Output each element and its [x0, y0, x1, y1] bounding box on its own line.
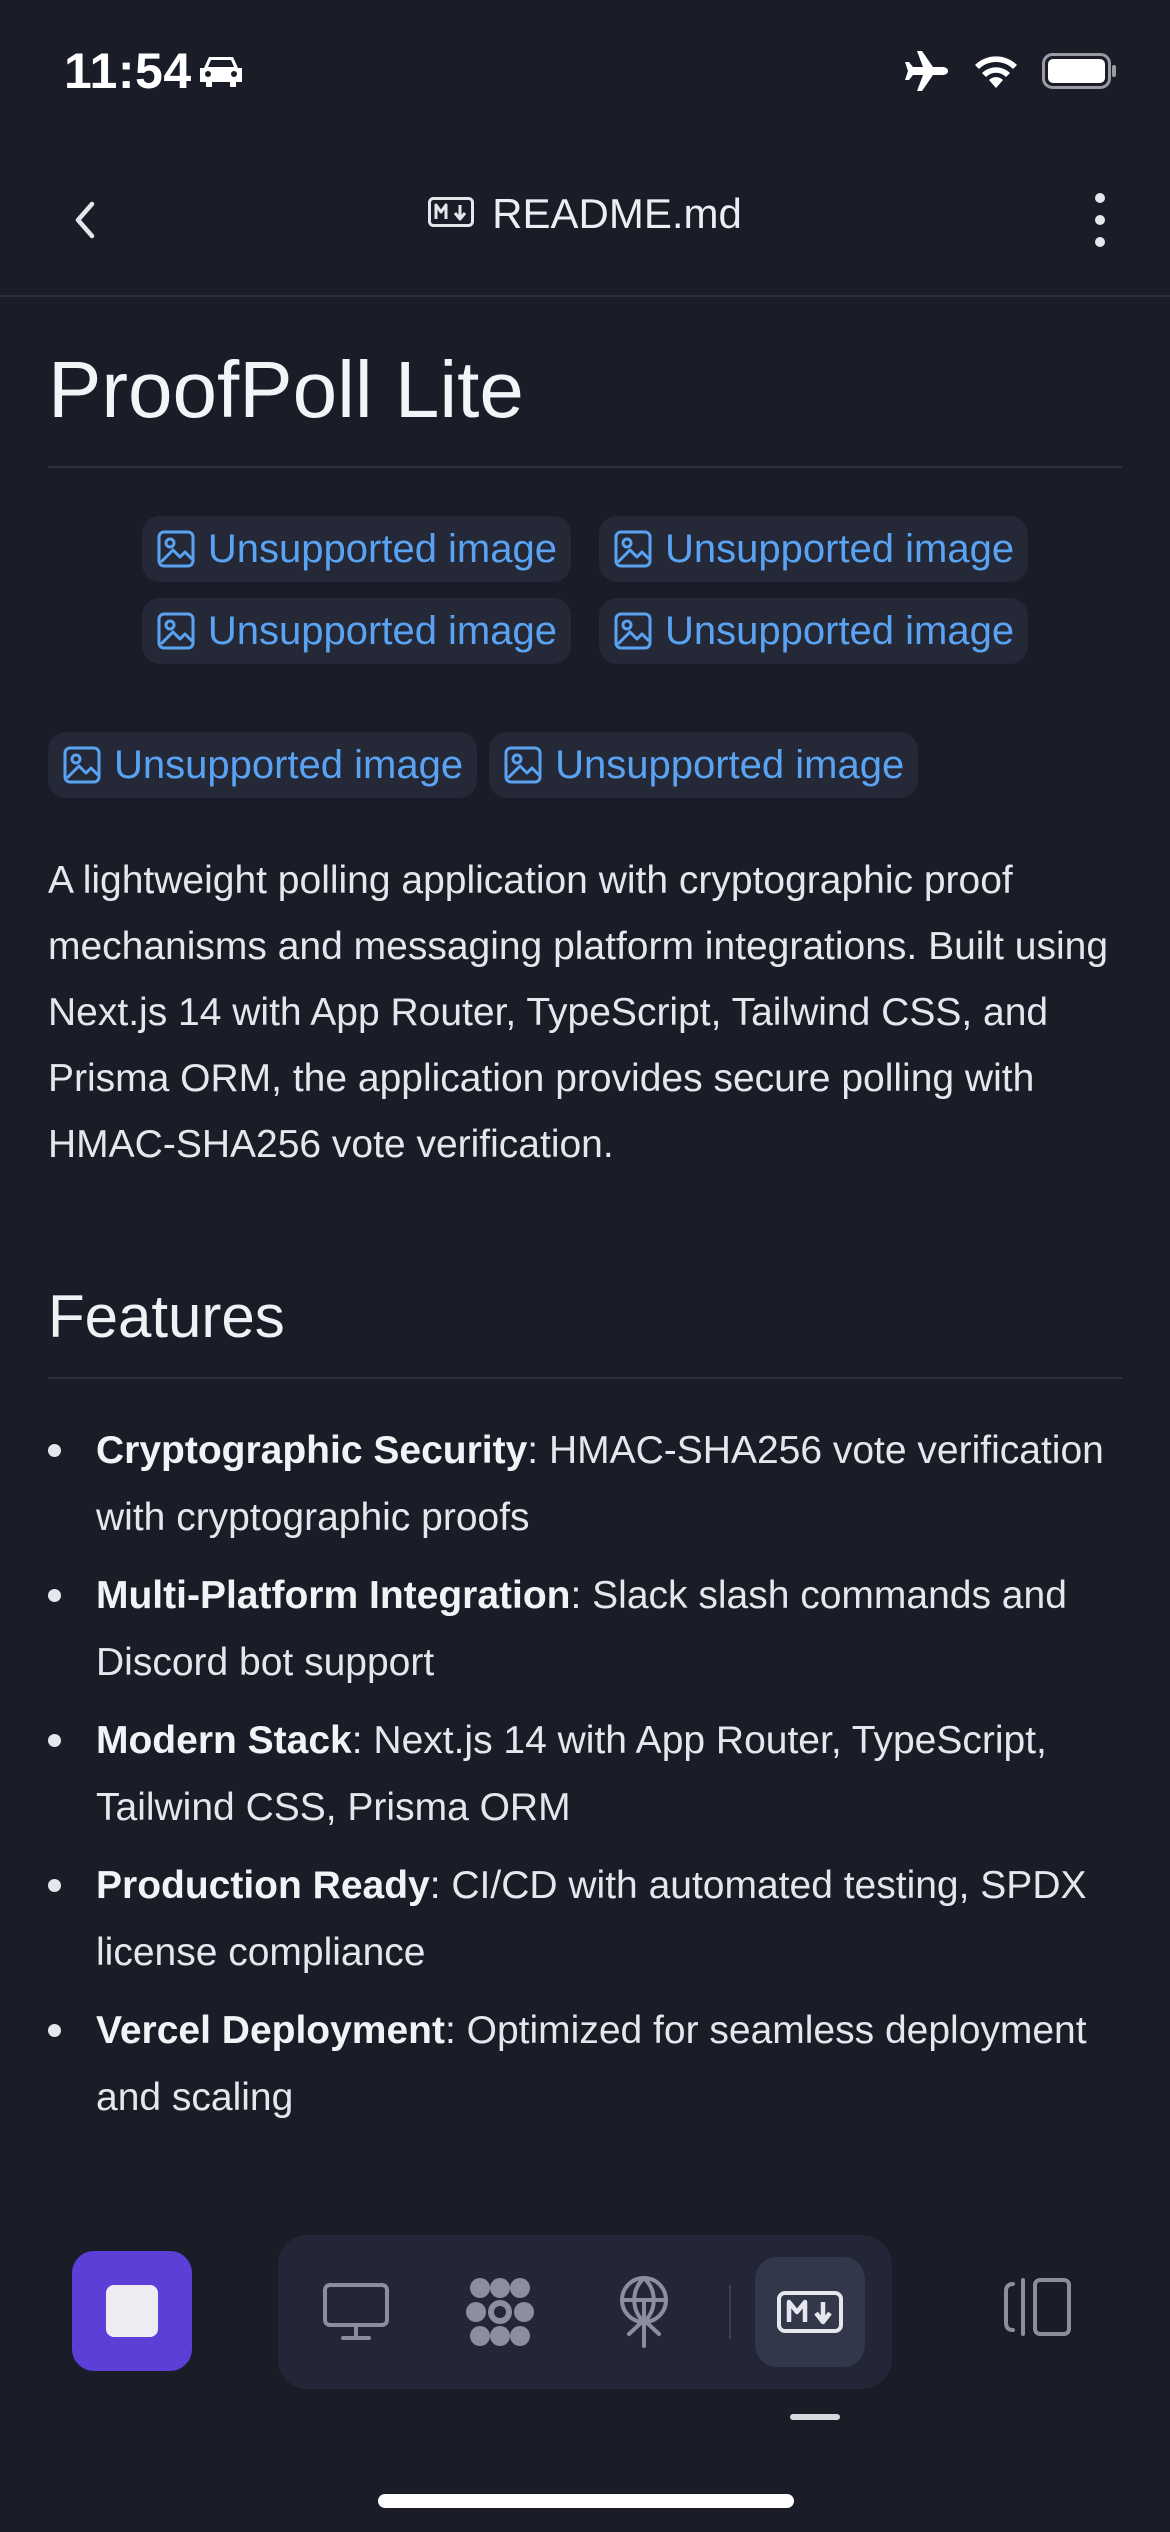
- list-item: Cryptographic Security: HMAC-SHA256 vote…: [48, 1417, 1122, 1551]
- image-icon: [504, 746, 542, 784]
- image-icon: [614, 530, 652, 568]
- image-icon: [63, 746, 101, 784]
- markdown-file-icon: [428, 196, 475, 232]
- unsupported-image-badge[interactable]: Unsupported image: [141, 598, 571, 664]
- badge-label: Unsupported image: [207, 526, 557, 571]
- feature-title: Cryptographic Security: [96, 1429, 528, 1472]
- features-list: Cryptographic Security: HMAC-SHA256 vote…: [48, 1417, 1122, 2131]
- feature-title: Vercel Deployment: [96, 2009, 445, 2052]
- toggle-panel-button[interactable]: [990, 2259, 1086, 2355]
- badge-row: Unsupported image Unsupported image: [48, 732, 1122, 798]
- badge-label: Unsupported image: [207, 608, 557, 653]
- tab-divider: [729, 2285, 731, 2339]
- badge-label: Unsupported image: [555, 742, 905, 787]
- wifi-icon: [972, 53, 1020, 94]
- stop-button[interactable]: [72, 2251, 192, 2371]
- feature-title: Multi-Platform Integration: [96, 1574, 571, 1617]
- airplane-icon: [904, 50, 950, 97]
- unsupported-image-badge[interactable]: Unsupported image: [48, 732, 478, 798]
- status-time: 11:54: [64, 43, 192, 99]
- more-options-button[interactable]: [1070, 188, 1130, 252]
- feature-title: Production Ready: [96, 1864, 430, 1907]
- unsupported-image-badge[interactable]: Unsupported image: [489, 732, 919, 798]
- stop-icon: [106, 2285, 158, 2337]
- active-tab-indicator: [790, 2414, 840, 2420]
- monitor-icon: [323, 2283, 389, 2340]
- view-tab-group: [278, 2235, 892, 2389]
- features-heading: Features: [48, 1282, 1122, 1379]
- flower-icon: [466, 2278, 534, 2346]
- tab-apps[interactable]: [445, 2257, 555, 2367]
- panel-icon: [1004, 2278, 1071, 2336]
- badge-label: Unsupported image: [665, 526, 1015, 571]
- nav-title: README.md: [0, 190, 1170, 238]
- unsupported-image-badge[interactable]: Unsupported image: [599, 598, 1029, 664]
- more-vertical-icon: [1095, 193, 1105, 247]
- bottom-toolbar: [0, 2235, 1170, 2389]
- car-icon: [196, 54, 246, 93]
- readme-content: ProofPoll Lite Unsupported image Unsuppo…: [48, 296, 1122, 2142]
- feature-title: Modern Stack: [96, 1719, 352, 1762]
- badge-label: Unsupported image: [665, 608, 1015, 653]
- antenna-icon: [620, 2276, 668, 2348]
- unsupported-image-badge[interactable]: Unsupported image: [141, 516, 571, 582]
- file-name-title: README.md: [492, 190, 742, 237]
- status-bar: 11:54: [0, 0, 1170, 150]
- nav-bar: README.md: [0, 150, 1170, 297]
- tab-markdown[interactable]: [755, 2257, 865, 2367]
- badge-row: Unsupported image Unsupported image: [48, 598, 1122, 664]
- markdown-icon: [777, 2291, 843, 2333]
- list-item: Production Ready: CI/CD with automated t…: [48, 1852, 1122, 1986]
- battery-icon: [1042, 53, 1118, 94]
- image-icon: [157, 530, 195, 568]
- tab-network[interactable]: [589, 2257, 699, 2367]
- readme-title: ProofPoll Lite: [48, 350, 1122, 468]
- tab-preview[interactable]: [301, 2257, 411, 2367]
- home-indicator[interactable]: [378, 2494, 794, 2508]
- unsupported-image-badge[interactable]: Unsupported image: [599, 516, 1029, 582]
- badge-row: Unsupported image Unsupported image: [48, 516, 1122, 582]
- readme-description: A lightweight polling application with c…: [48, 859, 1109, 1166]
- image-icon: [614, 612, 652, 650]
- image-icon: [157, 612, 195, 650]
- list-item: Vercel Deployment: Optimized for seamles…: [48, 1997, 1122, 2131]
- list-item: Modern Stack: Next.js 14 with App Router…: [48, 1707, 1122, 1841]
- badge-label: Unsupported image: [114, 742, 464, 787]
- list-item: Multi-Platform Integration: Slack slash …: [48, 1562, 1122, 1696]
